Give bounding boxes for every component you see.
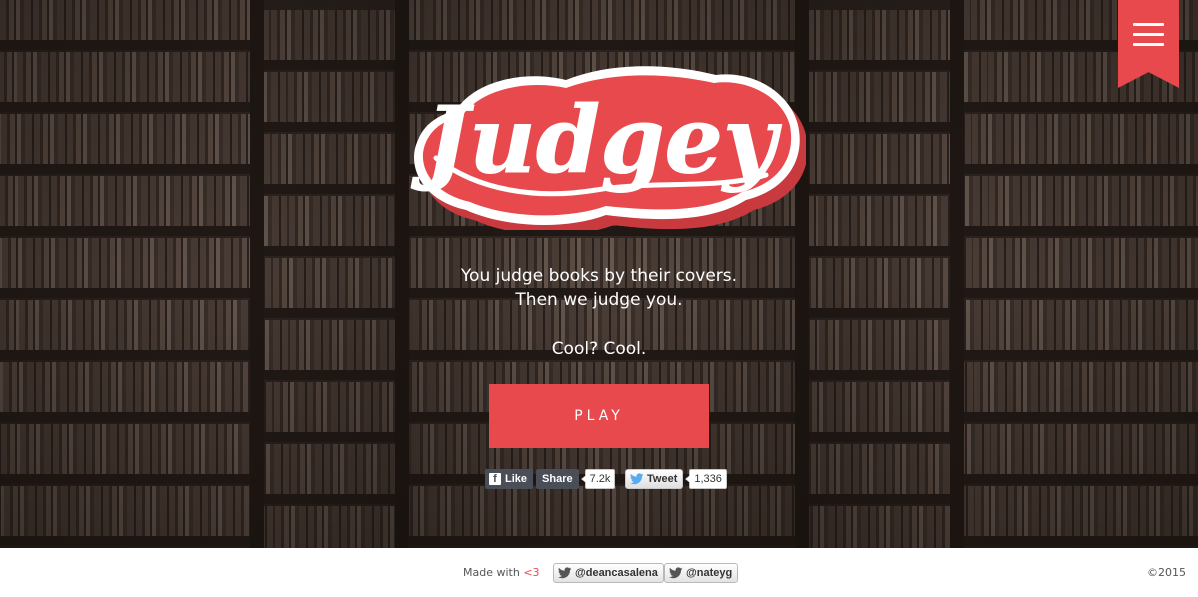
facebook-widget: f Like Share 7.2k: [485, 469, 616, 489]
made-with-label: Made with: [463, 566, 524, 579]
hamburger-icon-bar-top: [1133, 23, 1164, 26]
handle-deancasalena-label: @deancasalena: [575, 567, 658, 579]
footer: Made with <3 @deancasalena @nateyg ©2015: [0, 548, 1198, 597]
tweet-button[interactable]: Tweet: [625, 469, 684, 489]
handle-nateyg-label: @nateyg: [686, 567, 733, 579]
twitter-follow-nateyg[interactable]: @nateyg: [664, 563, 739, 583]
facebook-share-label: Share: [542, 473, 573, 485]
facebook-like-button[interactable]: f Like: [485, 469, 534, 489]
hamburger-icon-bar-middle: [1133, 33, 1164, 36]
tweet-count-value: 1,336: [694, 473, 722, 485]
twitter-bird-icon: [558, 567, 572, 579]
play-button[interactable]: PLAY: [489, 384, 709, 448]
heart-text: <3: [523, 566, 540, 579]
facebook-icon: f: [489, 473, 501, 485]
twitter-widget: Tweet 1,336: [625, 469, 727, 489]
twitter-bird-icon: [669, 567, 683, 579]
copyright-text: ©2015: [1147, 566, 1186, 579]
hero-background: Judgey You judge books by their covers. …: [0, 0, 1198, 548]
facebook-count-value: 7.2k: [589, 473, 611, 485]
page: Judgey You judge books by their covers. …: [0, 0, 1198, 597]
facebook-share-button[interactable]: Share: [536, 469, 579, 489]
tagline-line-2: Then we judge you.: [515, 290, 683, 310]
hamburger-icon-bar-bottom: [1133, 43, 1164, 46]
tweet-count: 1,336: [685, 469, 727, 489]
tagline-line-1: You judge books by their covers.: [460, 266, 738, 286]
made-with-text: Made with <3: [463, 566, 540, 579]
facebook-count: 7.2k: [580, 469, 616, 489]
facebook-like-label: Like: [505, 473, 528, 485]
twitter-follow-deancasalena[interactable]: @deancasalena: [553, 563, 664, 583]
tweet-label: Tweet: [647, 473, 678, 485]
twitter-bird-icon: [630, 473, 644, 485]
judgey-logo: Judgey: [410, 66, 806, 230]
tagline-line-3: Cool? Cool.: [551, 339, 647, 359]
